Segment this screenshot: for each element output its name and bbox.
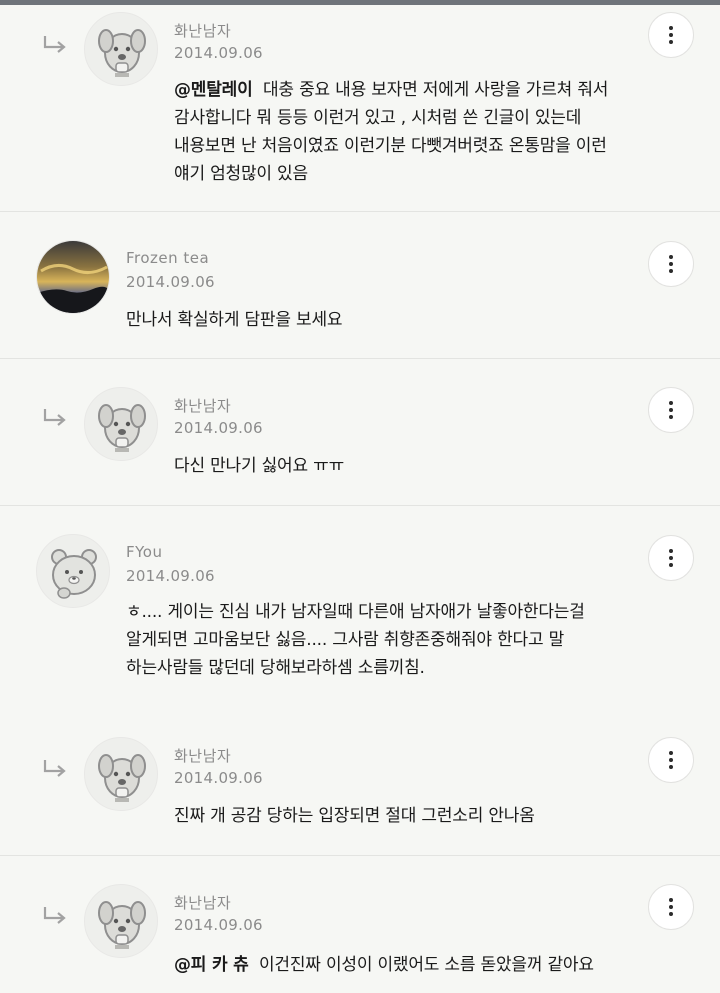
- avatar-dog[interactable]: [84, 387, 158, 461]
- comment-date: 2014.09.06: [174, 916, 263, 934]
- comment-author[interactable]: FYou: [126, 543, 162, 561]
- comment-item: 화난남자 2014.09.06 진짜 개 공감 당하는 입장되면 절대 그런소리…: [0, 708, 720, 856]
- avatar-dog[interactable]: [84, 12, 158, 86]
- more-options-button[interactable]: [648, 387, 694, 433]
- reply-arrow-icon: [43, 760, 66, 777]
- comment-item: 화난남자 2014.09.06 @멘탈레이 대충 중요 내용 보자면 저에게 사…: [0, 0, 720, 212]
- comment-author[interactable]: 화난남자: [174, 395, 231, 416]
- comment-text: 다신 만나기 싫어요 ㅠㅠ: [174, 456, 345, 476]
- avatar-dog[interactable]: [84, 884, 158, 958]
- more-options-button[interactable]: [648, 535, 694, 581]
- comment-date: 2014.09.06: [126, 567, 215, 585]
- comment-text: 진짜 개 공감 당하는 입장되면 절대 그런소리 안나옴: [174, 806, 535, 826]
- comment-text: 만나서 확실하게 담판을 보세요: [126, 310, 343, 330]
- avatar-dog[interactable]: [84, 737, 158, 811]
- more-options-button[interactable]: [648, 12, 694, 58]
- avatar-photo[interactable]: [36, 240, 110, 314]
- comment-date: 2014.09.06: [126, 273, 215, 291]
- comment-date: 2014.09.06: [174, 419, 263, 437]
- comment-text: @멘탈레이 대충 중요 내용 보자면 저에게 사랑을 가르쳐 줘서 감사합니다 …: [174, 80, 609, 184]
- comment-item: 화난남자 2014.09.06 @피 카 츄 이건진짜 이성이 이랬어도 소름 …: [0, 856, 720, 993]
- comment-item: 화난남자 2014.09.06 다신 만나기 싫어요 ㅠㅠ: [0, 359, 720, 505]
- comment-author[interactable]: 화난남자: [174, 745, 231, 766]
- comment-date: 2014.09.06: [174, 44, 263, 62]
- reply-arrow-icon: [43, 409, 66, 426]
- comment-author[interactable]: Frozen tea: [126, 249, 209, 267]
- comment-item: Frozen tea 2014.09.06 만나서 확실하게 담판을 보세요: [0, 212, 720, 358]
- comment-author[interactable]: 화난남자: [174, 892, 231, 913]
- mention-link[interactable]: @멘탈레이: [174, 80, 253, 100]
- more-options-button[interactable]: [648, 241, 694, 287]
- mention-link[interactable]: @피 카 츄: [174, 955, 249, 975]
- comment-author[interactable]: 화난남자: [174, 20, 231, 41]
- comment-text: ㅎ.... 게이는 진심 내가 남자일때 다른애 남자애가 날좋아한다는걸 알게…: [126, 602, 585, 678]
- comment-date: 2014.09.06: [174, 769, 263, 787]
- more-options-button[interactable]: [648, 884, 694, 930]
- reply-arrow-icon: [43, 36, 66, 53]
- reply-arrow-icon: [43, 907, 66, 924]
- comment-item: FYou 2014.09.06 ㅎ.... 게이는 진심 내가 남자일때 다른애…: [0, 506, 720, 706]
- more-options-button[interactable]: [648, 737, 694, 783]
- comment-text: @피 카 츄 이건진짜 이성이 이랬어도 소름 돋았을꺼 같아요: [174, 955, 594, 975]
- avatar-bear[interactable]: [36, 534, 110, 608]
